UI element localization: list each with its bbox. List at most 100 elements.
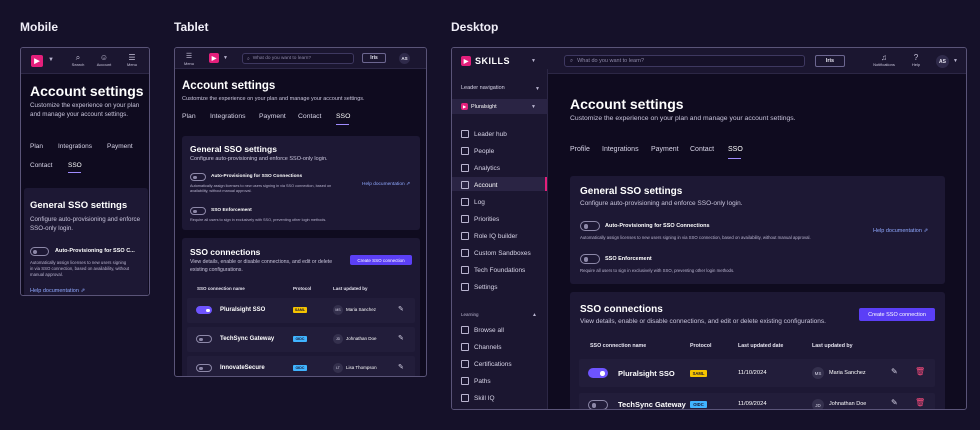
leader-hub-icon — [461, 130, 469, 138]
chevron-down-icon[interactable]: ▼ — [535, 86, 540, 92]
auto-provisioning-toggle[interactable] — [580, 221, 600, 231]
logo-icon[interactable]: ▶ — [461, 56, 471, 66]
sidebar-item-paths[interactable]: Paths — [461, 377, 491, 385]
sidebar-item-role-iq[interactable]: Role IQ builder — [461, 232, 517, 240]
sidebar-item-browse-all[interactable]: Browse all — [461, 326, 504, 334]
tab-profile[interactable]: Profile — [570, 146, 590, 153]
desktop-label: Desktop — [451, 20, 499, 34]
tab-sso[interactable]: SSO — [728, 146, 743, 153]
connection-toggle[interactable] — [196, 364, 212, 372]
edit-icon[interactable]: ✎ — [891, 398, 898, 407]
notifications-button[interactable]: ♫ Notifications — [868, 53, 900, 67]
help-documentation-link[interactable]: Help documentation ⇗ — [30, 288, 85, 294]
iris-button[interactable]: Iris — [815, 55, 845, 67]
tab-sso[interactable]: SSO — [68, 162, 82, 169]
logo-icon[interactable]: ▶ — [209, 53, 219, 63]
table-row[interactable]: InnovateSecure OIDC LT Lisa Thompson ✎ — [187, 356, 415, 376]
tab-contact[interactable]: Contact — [30, 162, 52, 169]
tech-foundations-icon — [461, 266, 469, 274]
sidebar-leader-nav[interactable]: Leader navigation — [461, 85, 505, 91]
avatar[interactable]: AS — [399, 53, 410, 64]
trash-icon[interactable]: 🗑 — [915, 398, 925, 407]
logo-icon[interactable]: ▶ — [31, 55, 43, 67]
table-row[interactable]: Pluralsight SSO SAML 11/10/2024 MS Maria… — [579, 359, 935, 387]
chevron-down-icon[interactable]: ▼ — [223, 55, 228, 61]
sidebar-item-people[interactable]: People — [461, 147, 494, 155]
org-selector[interactable]: ▶ Pluralsight ▼ — [452, 99, 548, 114]
connections-subtitle: View details, enable or disable connecti… — [190, 259, 333, 273]
connection-toggle[interactable] — [588, 400, 608, 409]
sidebar-item-analytics[interactable]: Analytics — [461, 164, 500, 172]
page-subtitle: Customize the experience on your plan an… — [30, 102, 140, 118]
sidebar-item-settings[interactable]: Settings — [461, 283, 498, 291]
menu-button[interactable]: ☰ Menu — [124, 53, 140, 67]
auto-provisioning-toggle[interactable] — [30, 247, 49, 256]
create-sso-connection-button[interactable]: Create SSO connection — [859, 308, 935, 321]
sidebar-item-sandboxes[interactable]: Custom Sandboxes — [461, 249, 531, 257]
connection-toggle[interactable] — [196, 335, 212, 343]
mobile-frame: ▶ ▼ ⌕ Search ☺ Account ☰ Menu Account setti… — [20, 47, 150, 296]
help-documentation-link[interactable]: Help documentation ⇗ — [362, 182, 410, 187]
search-button[interactable]: ⌕ Search — [70, 53, 86, 67]
tab-payment[interactable]: Payment — [259, 113, 286, 120]
connection-toggle[interactable] — [196, 306, 212, 314]
tab-plan[interactable]: Plan — [30, 143, 43, 150]
user-icon: ☺ — [99, 53, 109, 62]
sso-enforcement-toggle[interactable] — [580, 254, 600, 264]
tab-integrations[interactable]: Integrations — [58, 143, 92, 150]
tab-contact[interactable]: Contact — [690, 146, 714, 153]
tab-sso-underline — [336, 124, 349, 125]
edit-icon[interactable]: ✎ — [891, 367, 898, 376]
edit-icon[interactable]: ✎ — [398, 363, 404, 371]
auto-provisioning-title: Auto-Provisioning for SSO C... — [55, 248, 135, 254]
tab-contact[interactable]: Contact — [298, 113, 321, 120]
chevron-down-icon[interactable]: ▼ — [48, 57, 54, 63]
search-input[interactable]: ⌕ What do you want to learn? — [242, 53, 354, 64]
page-title: Account settings — [570, 96, 684, 112]
tab-integrations[interactable]: Integrations — [602, 146, 639, 153]
col-last-updated-by: Last updated by — [333, 286, 368, 291]
certifications-icon — [461, 360, 469, 368]
auto-provisioning-toggle[interactable] — [190, 173, 206, 181]
tab-plan[interactable]: Plan — [182, 113, 196, 120]
create-sso-connection-button[interactable]: Create SSO connection — [350, 255, 412, 265]
sidebar-item-leader-hub[interactable]: Leader hub — [461, 130, 507, 138]
channels-icon — [461, 343, 469, 351]
help-documentation-link[interactable]: Help documentation ⇗ — [873, 228, 928, 234]
tab-integrations[interactable]: Integrations — [210, 113, 246, 120]
search-input[interactable]: ⌕ What do you want to learn? — [564, 55, 805, 67]
chevron-down-icon[interactable]: ▼ — [531, 58, 536, 64]
help-button[interactable]: ? Help — [908, 53, 924, 67]
protocol-badge: OIDC — [293, 365, 307, 371]
sso-enforcement-toggle[interactable] — [190, 207, 206, 215]
trash-icon[interactable]: 🗑 — [915, 367, 925, 376]
general-sso-card: General SSO settings Configure auto-prov… — [570, 176, 945, 284]
table-row[interactable]: TechSync Gateway OIDC JD Johnathan Doe ✎ — [187, 327, 415, 352]
people-icon — [461, 147, 469, 155]
priorities-icon — [461, 215, 469, 223]
table-row[interactable]: TechSync Gateway OIDC 11/09/2024 JD John… — [579, 393, 935, 409]
tab-sso[interactable]: SSO — [336, 113, 350, 120]
chevron-up-icon[interactable]: ▲ — [532, 312, 537, 318]
sidebar-item-channels[interactable]: Channels — [461, 343, 501, 351]
chevron-down-icon: ▼ — [531, 104, 536, 110]
sidebar-item-certifications[interactable]: Certifications — [461, 360, 512, 368]
menu-button[interactable]: ☰ Menu — [183, 52, 195, 66]
sidebar-item-priorities[interactable]: Priorities — [461, 215, 499, 223]
iris-button[interactable]: Iris — [362, 53, 386, 63]
connection-toggle[interactable] — [588, 368, 608, 378]
sidebar-item-tech-foundations[interactable]: Tech Foundations — [461, 266, 525, 274]
account-button[interactable]: ☺ Account — [93, 53, 115, 67]
edit-icon[interactable]: ✎ — [398, 334, 404, 342]
tab-payment[interactable]: Payment — [107, 143, 133, 150]
sidebar-item-skill-iq[interactable]: Skill IQ — [461, 394, 495, 402]
general-subtitle: Configure auto-provisioning and enforce … — [580, 200, 743, 207]
table-row[interactable]: Pluralsight SSO SAML MS Maria Sanchez ✎ — [187, 298, 415, 323]
tab-payment[interactable]: Payment — [651, 146, 679, 153]
avatar[interactable]: AS — [936, 55, 949, 68]
edit-icon[interactable]: ✎ — [398, 305, 404, 313]
account-icon — [461, 181, 469, 189]
sidebar-item-account[interactable]: Account — [461, 181, 498, 189]
chevron-down-icon[interactable]: ▼ — [953, 58, 958, 64]
sidebar-item-log[interactable]: Log — [461, 198, 485, 206]
